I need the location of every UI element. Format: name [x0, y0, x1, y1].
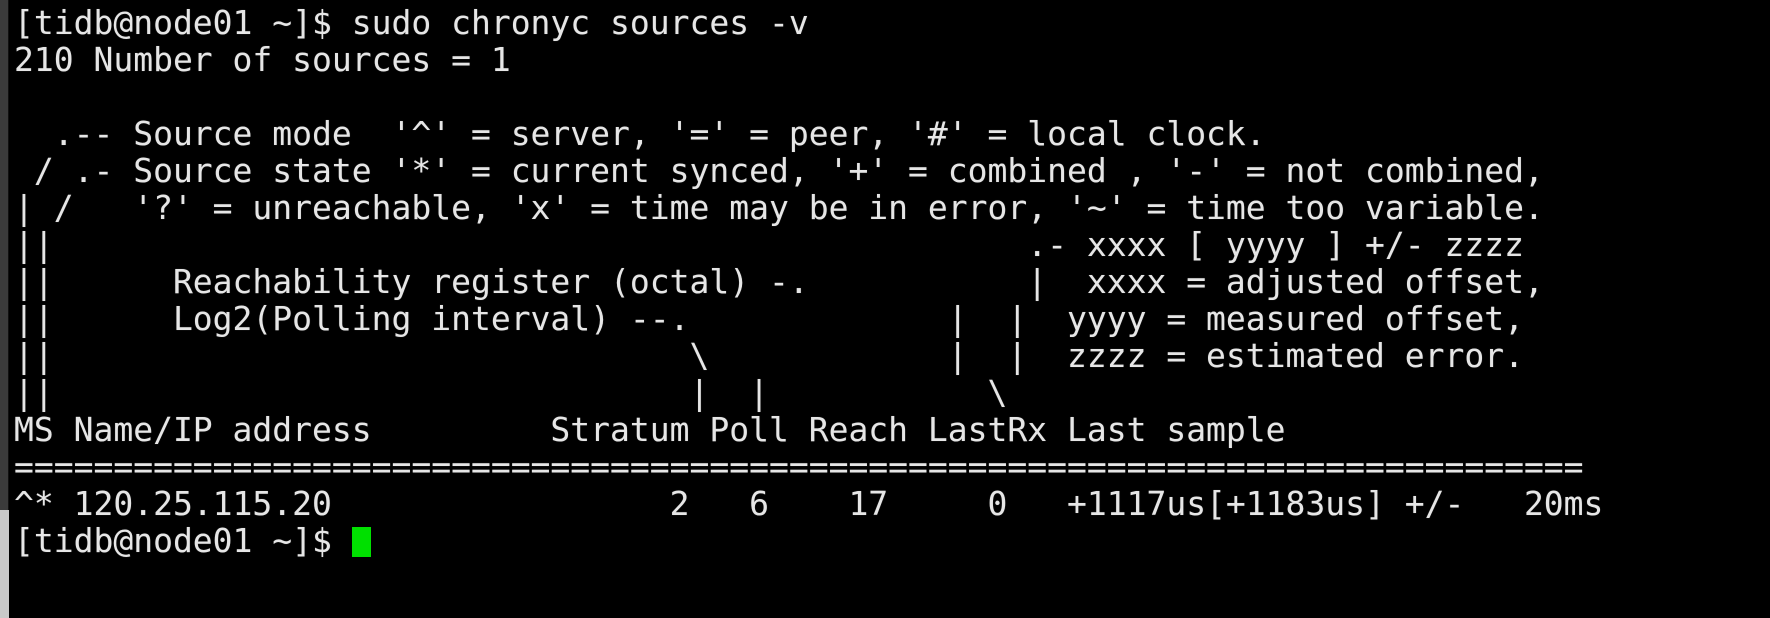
- table-row: ^* 120.25.115.20 2 6 17 0 +1117us[+1183u…: [14, 484, 1604, 523]
- scrollbar-thumb[interactable]: [0, 510, 9, 618]
- legend-reachability-register-line: || Reachability register (octal) -. | xx…: [14, 262, 1544, 301]
- table-separator-row: ========================================…: [14, 447, 1584, 486]
- legend-connector-line-1: || \ | | zzzz = estimated error.: [14, 336, 1524, 375]
- response-code-line: 210 Number of sources = 1: [14, 40, 511, 79]
- legend-sample-format-line: || .- xxxx [ yyyy ] +/- zzzz: [14, 225, 1524, 264]
- legend-log2-poll-line: || Log2(Polling interval) --. | | yyyy =…: [14, 299, 1524, 338]
- legend-unreachable-line: | / '?' = unreachable, 'x' = time may be…: [14, 188, 1544, 227]
- legend-source-mode-line: .-- Source mode '^' = server, '=' = peer…: [14, 114, 1266, 153]
- shell-prompt: [tidb@node01 ~]$: [14, 521, 332, 560]
- table-header-row: MS Name/IP address Stratum Poll Reach La…: [14, 410, 1286, 449]
- legend-source-state-line: / .- Source state '*' = current synced, …: [14, 151, 1544, 190]
- trailing-prompt-line[interactable]: [tidb@node01 ~]$: [14, 522, 1770, 559]
- command-line: [tidb@node01 ~]$ sudo chronyc sources -v: [14, 3, 809, 42]
- text-cursor: [351, 527, 371, 557]
- legend-connector-line-2: || | | \: [14, 373, 1008, 412]
- window-left-gutter: [0, 0, 9, 618]
- terminal-screen[interactable]: [tidb@node01 ~]$ sudo chronyc sources -v…: [10, 0, 1770, 618]
- terminal-window[interactable]: [tidb@node01 ~]$ sudo chronyc sources -v…: [0, 0, 1770, 618]
